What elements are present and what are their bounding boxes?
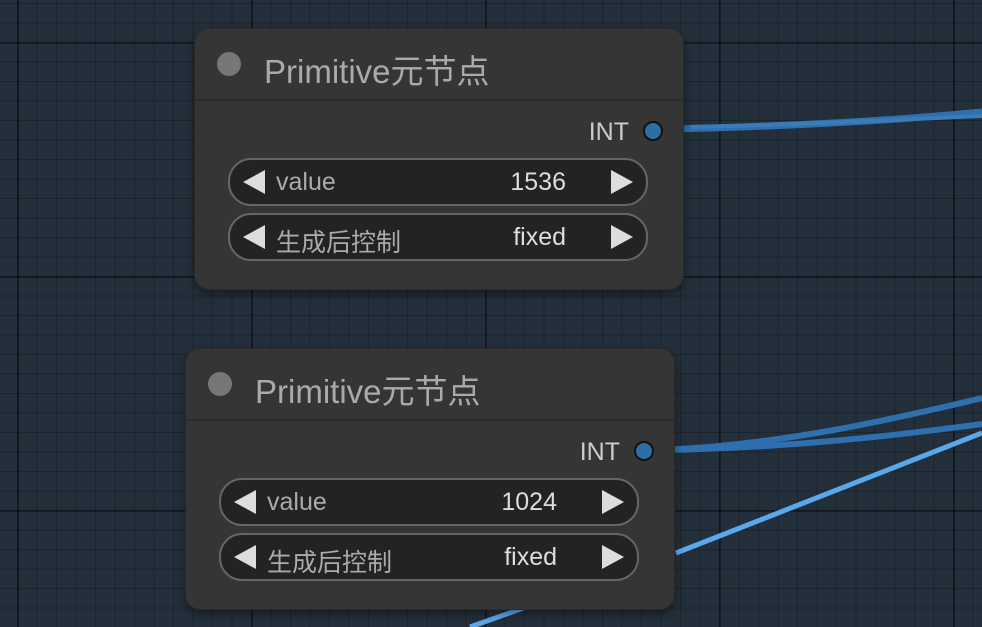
node-title-bar[interactable]: Primitive元节点 (195, 29, 683, 101)
node-title-bar[interactable]: Primitive元节点 (186, 349, 674, 421)
output-label: INT (579, 438, 620, 466)
control-after-generate-widget[interactable]: 生成后控制 fixed (219, 533, 639, 581)
output-slot-icon[interactable] (643, 121, 663, 141)
increment-arrow-icon[interactable] (602, 490, 624, 514)
widget-value: 1024 (501, 488, 557, 516)
node-collapse-dot-icon[interactable] (208, 372, 232, 396)
decrement-arrow-icon[interactable] (243, 170, 265, 194)
next-option-arrow-icon[interactable] (611, 225, 633, 249)
widget-label: 生成后控制 (267, 549, 393, 577)
node-collapse-dot-icon[interactable] (217, 52, 241, 76)
output-label: INT (588, 118, 629, 146)
widget-value: fixed (504, 543, 557, 571)
primitive-node-1[interactable]: Primitive元节点 INT value 1536 生成后控制 fixed (195, 29, 683, 289)
previous-option-arrow-icon[interactable] (243, 225, 265, 249)
node-title: Primitive元节点 (264, 53, 490, 90)
next-option-arrow-icon[interactable] (602, 545, 624, 569)
link-node2-int-b (661, 421, 982, 453)
control-after-generate-widget[interactable]: 生成后控制 fixed (228, 213, 648, 261)
previous-option-arrow-icon[interactable] (234, 545, 256, 569)
output-row: INT (464, 438, 664, 466)
output-row: INT (473, 118, 673, 146)
decrement-arrow-icon[interactable] (234, 490, 256, 514)
widget-label: value (276, 168, 336, 196)
widget-value: fixed (513, 223, 566, 251)
widget-label: 生成后控制 (276, 229, 402, 257)
output-slot-icon[interactable] (634, 441, 654, 461)
primitive-node-2[interactable]: Primitive元节点 INT value 1024 生成后控制 fixed (186, 349, 674, 609)
widget-label: value (267, 488, 327, 516)
node-title: Primitive元节点 (255, 373, 481, 410)
value-widget[interactable]: value 1024 (219, 478, 639, 526)
widget-value: 1536 (510, 168, 566, 196)
increment-arrow-icon[interactable] (611, 170, 633, 194)
value-widget[interactable]: value 1536 (228, 158, 648, 206)
